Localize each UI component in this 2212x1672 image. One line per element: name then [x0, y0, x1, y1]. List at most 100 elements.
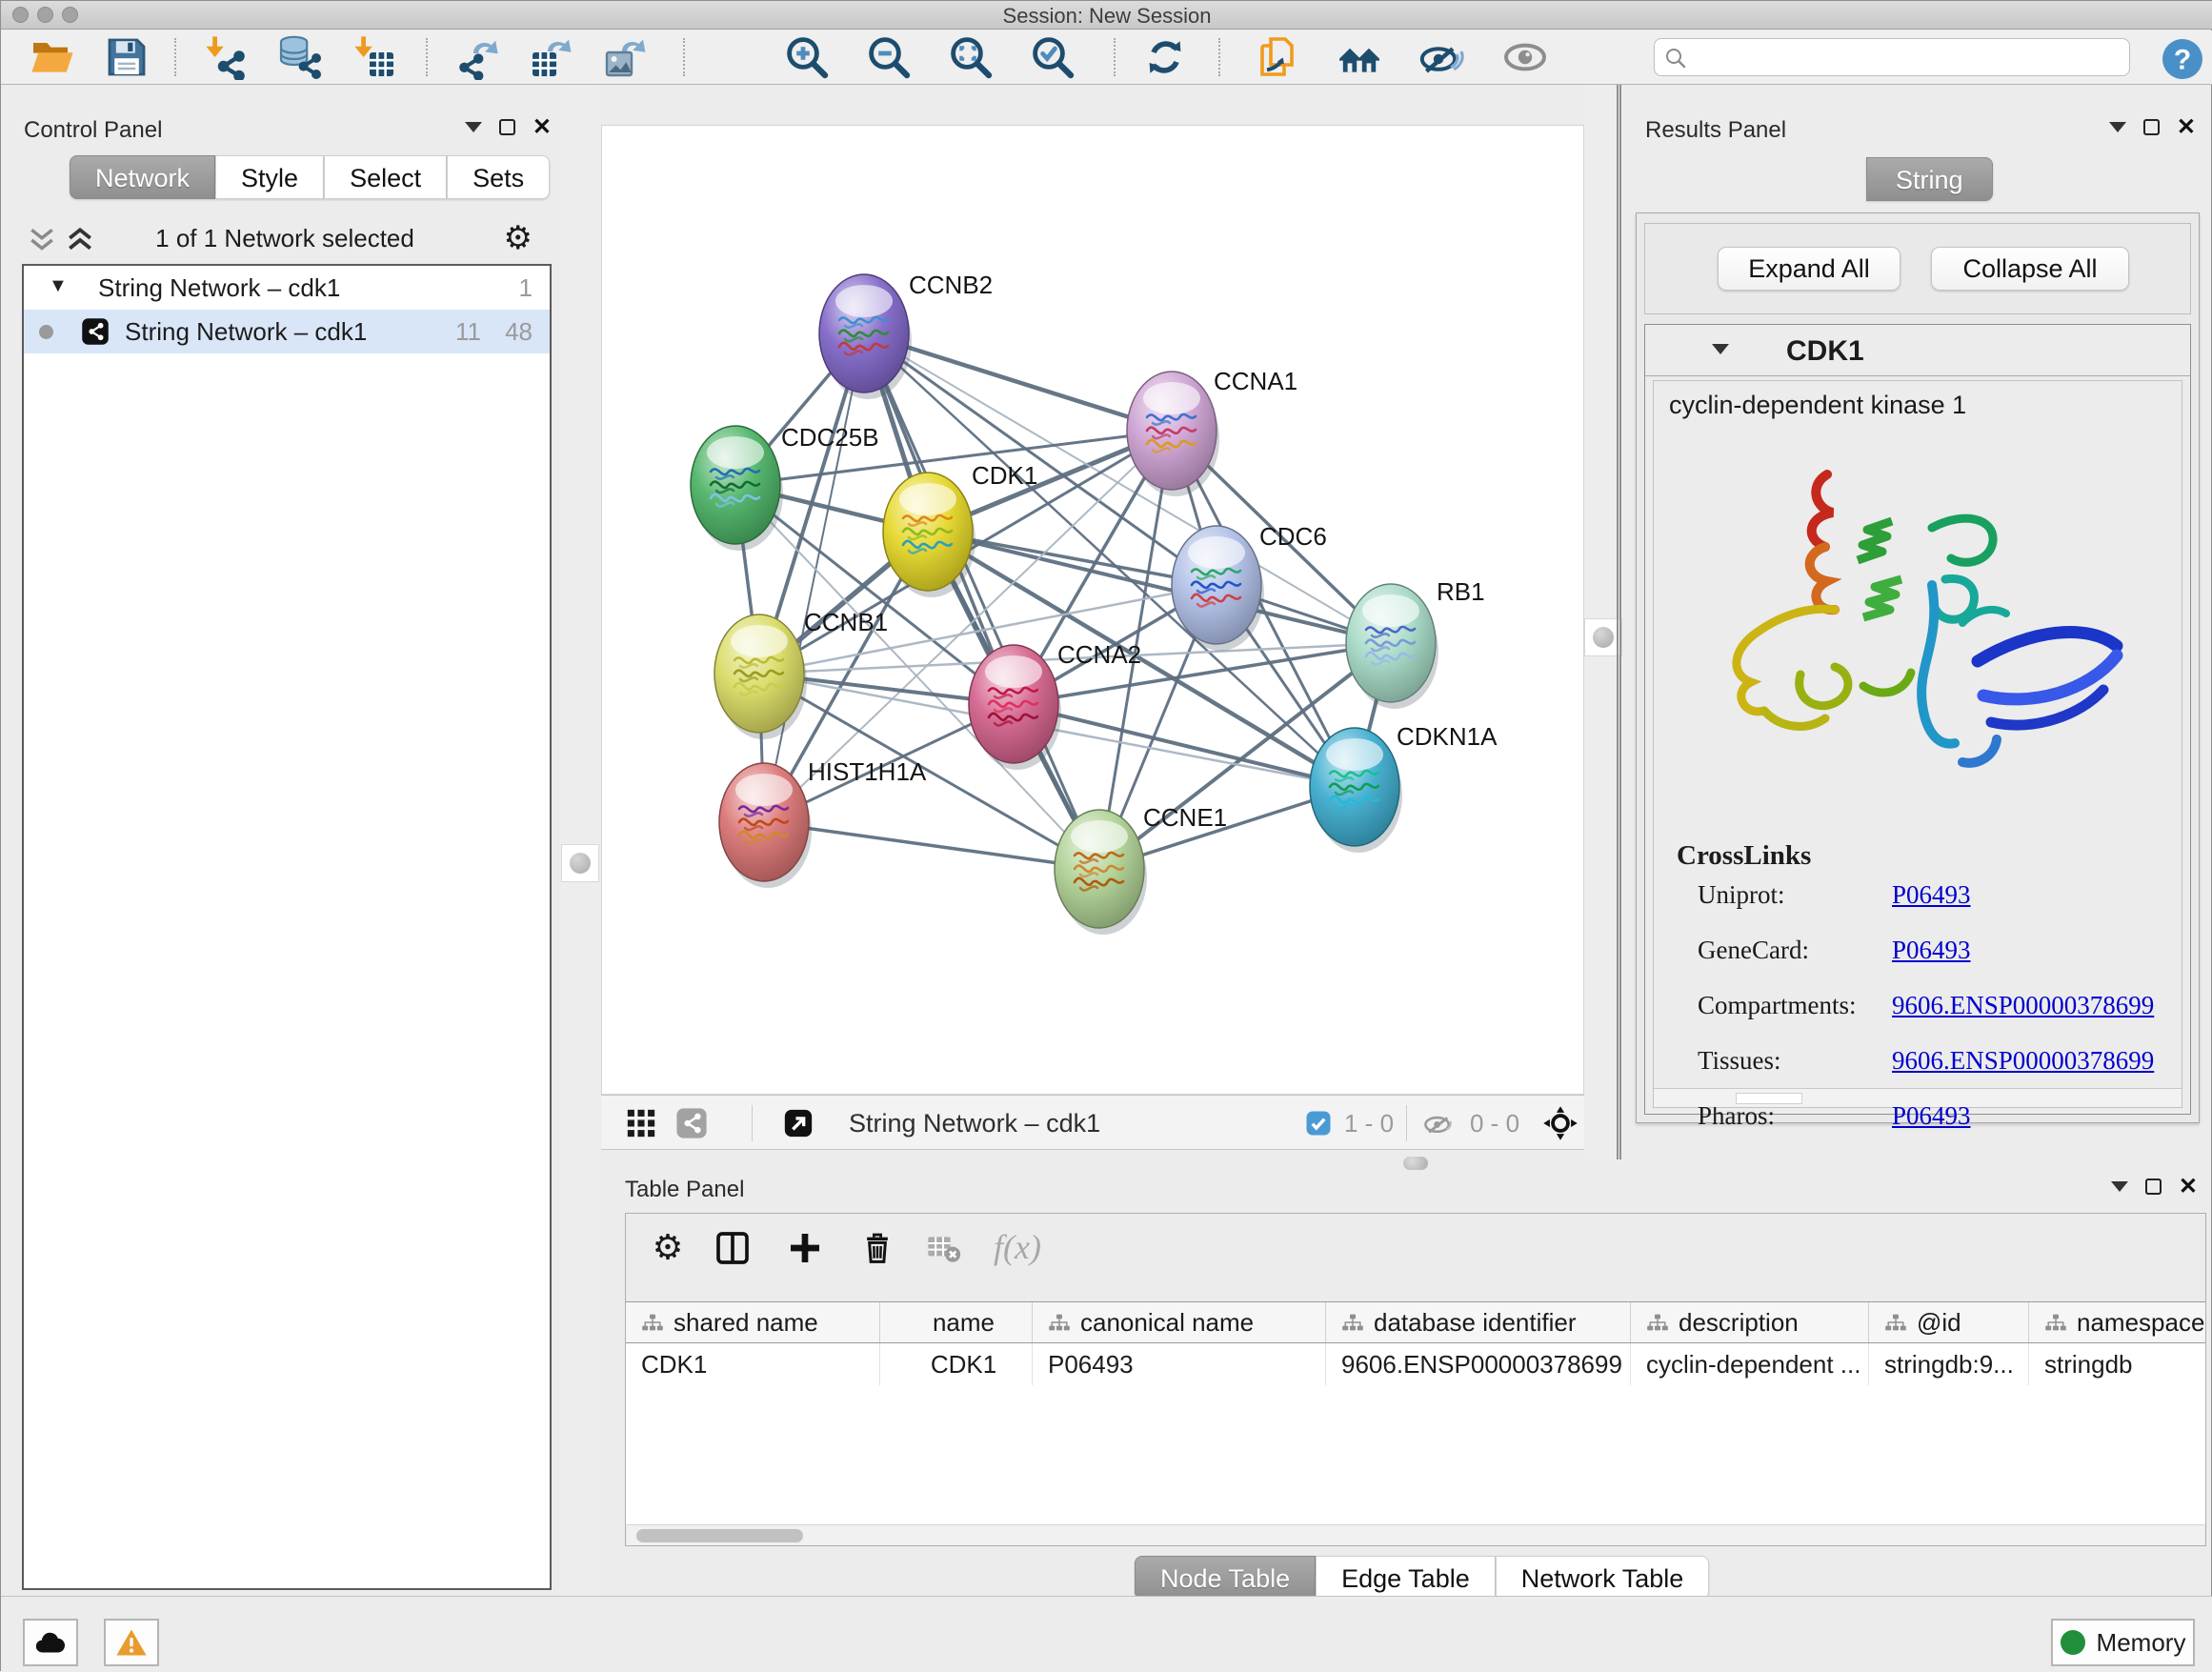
- table-row[interactable]: CDK1 CDK1 P06493 9606.ENSP00000378699 cy…: [626, 1343, 2205, 1385]
- hide-eye-icon[interactable]: [1418, 34, 1464, 80]
- right-splitter[interactable]: [1584, 85, 1622, 1159]
- column-header[interactable]: shared name: [626, 1302, 880, 1342]
- help-icon[interactable]: ?: [2160, 36, 2205, 82]
- results-panel-menu-icon[interactable]: [2109, 122, 2126, 132]
- search-input[interactable]: [1695, 41, 2122, 73]
- zoom-out-icon[interactable]: [866, 34, 912, 80]
- results-panel-float-icon[interactable]: [2143, 119, 2160, 135]
- column-header[interactable]: canonical name: [1033, 1302, 1326, 1342]
- tab-select[interactable]: Select: [324, 155, 447, 199]
- import-network-database-icon[interactable]: [277, 34, 323, 80]
- column-header[interactable]: namespace: [2029, 1302, 2205, 1342]
- genecard-link[interactable]: P06493: [1892, 936, 1971, 965]
- results-scrollbar[interactable]: [1654, 1088, 2182, 1107]
- zoom-selected-icon[interactable]: [1030, 34, 1076, 80]
- protein-node-CCNB1[interactable]: [714, 614, 804, 733]
- detach-view-icon[interactable]: [782, 1107, 814, 1139]
- table-panel-close-icon[interactable]: ✕: [2179, 1178, 2198, 1195]
- toolbar-separator: [683, 38, 685, 76]
- expand-all-button[interactable]: Expand All: [1718, 247, 1900, 291]
- zoom-in-icon[interactable]: [784, 34, 830, 80]
- toolbar-separator: [426, 38, 428, 76]
- control-panel-menu-icon[interactable]: [465, 122, 482, 132]
- protein-node-CDK1[interactable]: [883, 473, 973, 591]
- control-panel-float-icon[interactable]: [499, 119, 515, 135]
- protein-node-CCNA1[interactable]: [1127, 372, 1217, 490]
- export-image-icon[interactable]: [603, 34, 649, 80]
- houses-icon[interactable]: [1337, 34, 1382, 80]
- birdseye-navigator-icon[interactable]: [1542, 1105, 1579, 1141]
- network-share-gray-icon[interactable]: [675, 1107, 708, 1139]
- network-canvas[interactable]: CCNB2CCNA1CDC25BCDK1CDC6RB1CCNB1CCNA2CDK…: [601, 125, 1584, 1095]
- control-panel-close-icon[interactable]: ✕: [533, 119, 552, 135]
- results-buttons-row: Expand All Collapse All: [1644, 223, 2191, 314]
- delete-table-icon[interactable]: [925, 1229, 963, 1267]
- warning-icon: [115, 1627, 148, 1658]
- entry-header[interactable]: CDK1: [1645, 325, 2190, 376]
- protein-node-CCNE1[interactable]: [1055, 810, 1144, 928]
- save-session-icon[interactable]: [104, 34, 150, 80]
- protein-node-HIST1H1A[interactable]: [719, 763, 809, 881]
- column-header[interactable]: database identifier: [1326, 1302, 1631, 1342]
- column-header[interactable]: @id: [1869, 1302, 2029, 1342]
- protein-node-CDC6[interactable]: [1172, 526, 1261, 644]
- export-network-icon[interactable]: [454, 34, 500, 80]
- tab-sets[interactable]: Sets: [447, 155, 550, 199]
- horizontal-splitter-grip[interactable]: [1403, 1157, 1428, 1170]
- view-toolbar-separator: [752, 1105, 753, 1141]
- tab-style[interactable]: Style: [215, 155, 324, 199]
- export-table-icon[interactable]: [529, 34, 574, 80]
- function-builder-icon[interactable]: f(x): [994, 1227, 1041, 1267]
- collapse-all-button[interactable]: Collapse All: [1931, 247, 2129, 291]
- svg-text:⚙: ⚙: [653, 1229, 684, 1267]
- collection-count: 1: [519, 266, 533, 310]
- network-graph[interactable]: CCNB2CCNA1CDC25BCDK1CDC6RB1CCNB1CCNA2CDK…: [602, 126, 1583, 1094]
- table-panel-float-icon[interactable]: [2145, 1178, 2162, 1195]
- control-panel-title: Control Panel: [24, 117, 162, 144]
- left-splitter-grip[interactable]: [561, 844, 599, 882]
- columns-icon[interactable]: [714, 1229, 752, 1267]
- refresh-icon[interactable]: [1142, 34, 1188, 80]
- add-column-icon[interactable]: [786, 1229, 824, 1267]
- zoom-fit-icon[interactable]: [948, 34, 994, 80]
- import-network-file-icon[interactable]: [203, 34, 249, 80]
- network-collection-row[interactable]: ▼ String Network – cdk1 1: [24, 266, 550, 310]
- left-splitter[interactable]: [561, 85, 599, 1596]
- uniprot-link[interactable]: P06493: [1892, 880, 1971, 910]
- entry-collapse-icon[interactable]: [1712, 344, 1729, 354]
- open-session-icon[interactable]: [30, 34, 75, 80]
- delete-column-icon[interactable]: [858, 1229, 896, 1267]
- tab-network-table[interactable]: Network Table: [1496, 1556, 1710, 1600]
- protein-node-CCNB2[interactable]: [819, 274, 909, 393]
- network-options-gear-icon[interactable]: ⚙: [504, 222, 533, 254]
- tissues-link[interactable]: 9606.ENSP00000378699: [1892, 1046, 2154, 1076]
- warning-button[interactable]: [104, 1619, 159, 1666]
- collection-collapse-icon[interactable]: ▼: [49, 264, 68, 308]
- table-hscrollbar[interactable]: [627, 1524, 2204, 1545]
- duplicate-documents-icon[interactable]: [1255, 34, 1300, 80]
- tab-edge-table[interactable]: Edge Table: [1316, 1556, 1496, 1600]
- tab-string[interactable]: String: [1866, 157, 1993, 201]
- table-gear-icon[interactable]: ⚙: [649, 1229, 687, 1267]
- cloud-button[interactable]: [23, 1619, 78, 1666]
- network-row[interactable]: String Network – cdk1 11 48: [24, 310, 550, 353]
- hidden-eye-icon[interactable]: [1422, 1107, 1455, 1139]
- show-eye-icon[interactable]: [1502, 34, 1548, 80]
- tab-node-table[interactable]: Node Table: [1135, 1556, 1316, 1600]
- tab-network[interactable]: Network: [70, 155, 215, 199]
- selected-checkbox-icon[interactable]: [1304, 1109, 1333, 1138]
- protein-node-CDC25B[interactable]: [691, 426, 780, 544]
- protein-node-RB1[interactable]: [1346, 584, 1436, 702]
- protein-node-CDKN1A[interactable]: [1310, 728, 1399, 846]
- protein-node-CCNA2[interactable]: [969, 645, 1058, 763]
- table-panel-title: Table Panel: [625, 1177, 744, 1203]
- compartments-link[interactable]: 9606.ENSP00000378699: [1892, 991, 2154, 1020]
- table-panel-menu-icon[interactable]: [2111, 1181, 2128, 1192]
- memory-button[interactable]: Memory: [2051, 1619, 2195, 1666]
- import-table-file-icon[interactable]: [352, 34, 397, 80]
- results-panel-close-icon[interactable]: ✕: [2177, 119, 2196, 135]
- column-header[interactable]: name: [880, 1302, 1033, 1342]
- column-header[interactable]: description: [1631, 1302, 1869, 1342]
- table-hscroll-thumb[interactable]: [636, 1529, 803, 1542]
- grid-view-icon[interactable]: [625, 1107, 657, 1139]
